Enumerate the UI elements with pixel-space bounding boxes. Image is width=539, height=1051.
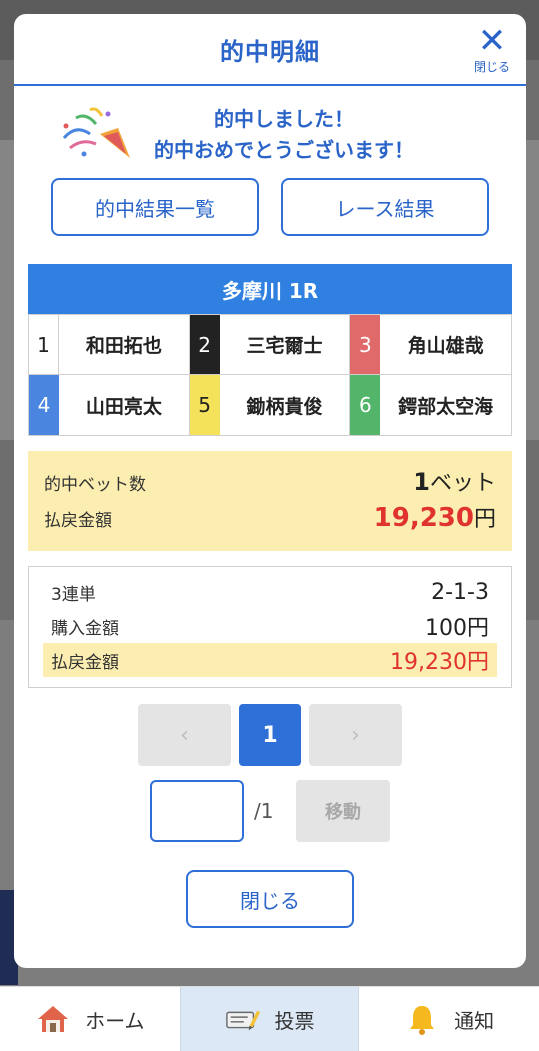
bet-count-value: 1 [413,468,430,496]
race-name: 多摩川 1R [28,264,512,314]
racer-name: 和田拓也 [85,335,162,357]
home-icon [35,1001,71,1037]
detail-payout-label: 払戻金額 [51,652,119,673]
nav-vote-label: 投票 [274,1008,315,1033]
detail-payout-value: 19,230円 [390,650,489,675]
racer-name: 角山雄哉 [407,335,484,357]
nav-notify-label: 通知 [454,1008,495,1033]
purchase-row: 購入金額 100円 [43,609,497,643]
page-total: /1 [254,799,274,823]
bet-type-label: 3連単 [51,584,96,605]
payout-unit: 円 [473,507,496,532]
race-results-button[interactable]: レース結果 [281,178,489,236]
racer-name: 鋤柄貴俊 [246,395,323,418]
payout-label: 払戻金額 [44,511,112,531]
modal-title: 的中明細 [220,37,320,66]
nav-home-label: ホーム [85,1008,145,1033]
page-number-input[interactable] [150,780,244,842]
bell-icon [404,1001,440,1037]
result-links: 的中結果一覧 レース結果 [51,178,489,236]
racer-grid: 1 和田拓也 2 三宅爾士 3 角山雄哉 4 山田亮太 5 鋤柄貴俊 6 鍔部太空海 [28,314,512,436]
bet-count-unit: ベット [429,471,496,496]
modal-close-button[interactable]: ✕ 閉じる [470,24,514,75]
racer-cell: 4 山田亮太 [29,375,190,435]
purchase-label: 購入金額 [51,618,119,639]
racer-number: 3 [350,315,381,374]
payout-value: 19,230 [373,503,474,533]
racer-cell: 2 三宅爾士 [189,315,351,375]
hit-detail-modal: 的中明細 ✕ 閉じる 的中しました！ 的中おめでとうございます！ 的中結果一覧 … [14,14,526,968]
racer-name: 山田亮太 [85,395,162,418]
prev-page-button[interactable]: ‹ [138,704,231,766]
racer-name: 三宅爾士 [246,335,323,357]
pagination: ‹ 1 › [138,704,402,766]
payout-row: 払戻金額 19,230円 [44,501,496,537]
party-popper-icon [62,107,130,158]
bet-count-label: 的中ベット数 [44,475,146,495]
congrats-section: 的中しました！ 的中おめでとうございます！ [14,86,526,178]
congrats-line-1: 的中しました！ [214,107,354,131]
racer-number: 1 [29,315,59,374]
bet-count-value-wrap: 1ベット [413,465,496,497]
ticket-pencil-icon [225,1001,261,1037]
payout-value-wrap: 19,230円 [374,501,496,533]
hit-results-list-button[interactable]: 的中結果一覧 [51,178,259,236]
racer-cell: 1 和田拓也 [29,315,190,375]
racer-cell: 3 角山雄哉 [350,315,511,375]
racer-cell: 5 鋤柄貴俊 [189,375,351,435]
congrats-line-2: 的中おめでとうございます！ [154,138,414,162]
racer-number: 5 [189,375,220,435]
page-jump: /1 移動 [150,780,390,842]
racer-number: 6 [350,375,381,435]
nav-notify[interactable]: 通知 [359,987,539,1051]
close-label: 閉じる [473,60,510,74]
hit-summary: 的中ベット数 1ベット 払戻金額 19,230円 [28,451,512,551]
close-button[interactable]: 閉じる [186,870,354,928]
congrats-message: 的中しました！ 的中おめでとうございます！ [134,104,434,166]
detail-payout-row: 払戻金額 19,230円 [43,643,497,677]
chevron-left-icon: ‹ [180,722,189,748]
racer-number: 2 [189,315,220,374]
racer-cell: 6 鍔部太空海 [350,375,511,435]
bottom-nav: ホーム 投票 通知 [0,986,539,1051]
nav-home[interactable]: ホーム [0,987,180,1051]
chevron-right-icon: › [351,722,360,748]
nav-vote[interactable]: 投票 [179,987,360,1051]
racer-number: 4 [29,375,59,435]
bet-count-row: 的中ベット数 1ベット [44,465,496,501]
close-icon: ✕ [477,21,507,61]
purchase-value: 100円 [425,616,489,641]
modal-header: 的中明細 ✕ 閉じる [14,14,526,86]
bet-detail: 3連単 2-1-3 購入金額 100円 払戻金額 19,230円 [28,566,512,688]
bet-combination: 2-1-3 [431,579,489,605]
bet-type-row: 3連単 2-1-3 [43,575,497,609]
page-1-button[interactable]: 1 [239,704,301,766]
racer-name: 鍔部太空海 [398,395,494,418]
move-button[interactable]: 移動 [296,780,390,842]
next-page-button[interactable]: › [309,704,402,766]
